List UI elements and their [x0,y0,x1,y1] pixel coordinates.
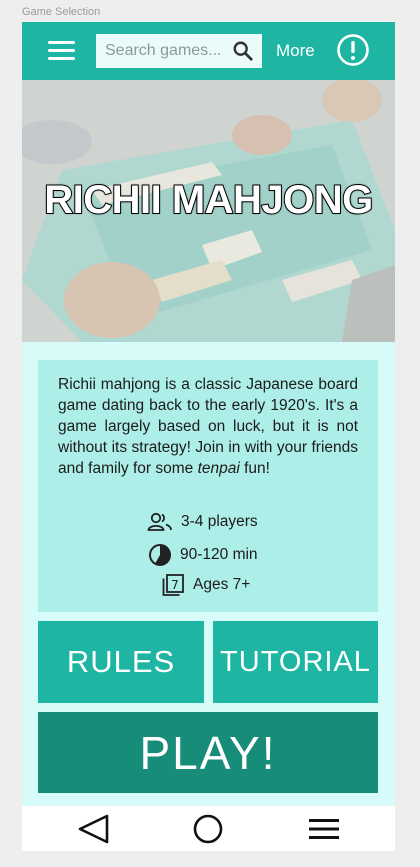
ages-text: Ages 7+ [193,576,251,593]
time-stat: 90-120 min [148,543,258,567]
svg-text:7: 7 [171,578,179,592]
rules-button[interactable]: RULES [38,621,204,703]
description-card: Richii mahjong is a classic Japanese boa… [38,360,378,612]
pie-clock-icon [149,544,171,566]
time-text: 90-120 min [180,546,258,563]
game-description: Richii mahjong is a classic Japanese boa… [58,374,358,479]
search-icon[interactable] [232,40,254,62]
top-app-bar: Search games... More [22,22,395,80]
age-tile-icon: 7 [162,574,184,596]
phone-screen: Search games... More RICHII MAHJONG Rich… [22,22,395,851]
system-nav-bar [22,806,395,851]
search-placeholder: Search games... [105,42,222,59]
exclamation-circle-icon[interactable] [336,33,370,67]
frame-label: Game Selection [22,6,101,18]
home-circle-icon[interactable] [190,812,226,846]
hero-banner: RICHII MAHJONG [22,80,395,342]
more-button[interactable]: More [276,41,315,61]
players-stat: 3-4 players [147,512,258,532]
back-triangle-icon[interactable] [76,812,112,846]
players-text: 3-4 players [181,513,258,530]
search-input[interactable]: Search games... [96,34,262,68]
description-end: fun! [239,460,270,477]
description-emphasis: tenpai [197,460,240,477]
game-title: RICHII MAHJONG [43,177,374,223]
tutorial-button[interactable]: TUTORIAL [213,621,378,703]
hamburger-menu-icon[interactable] [48,39,78,63]
play-button[interactable]: PLAY! [38,712,378,793]
ages-stat: 7 Ages 7+ [161,573,250,597]
players-icon [147,512,172,531]
menu-lines-icon[interactable] [306,812,342,846]
